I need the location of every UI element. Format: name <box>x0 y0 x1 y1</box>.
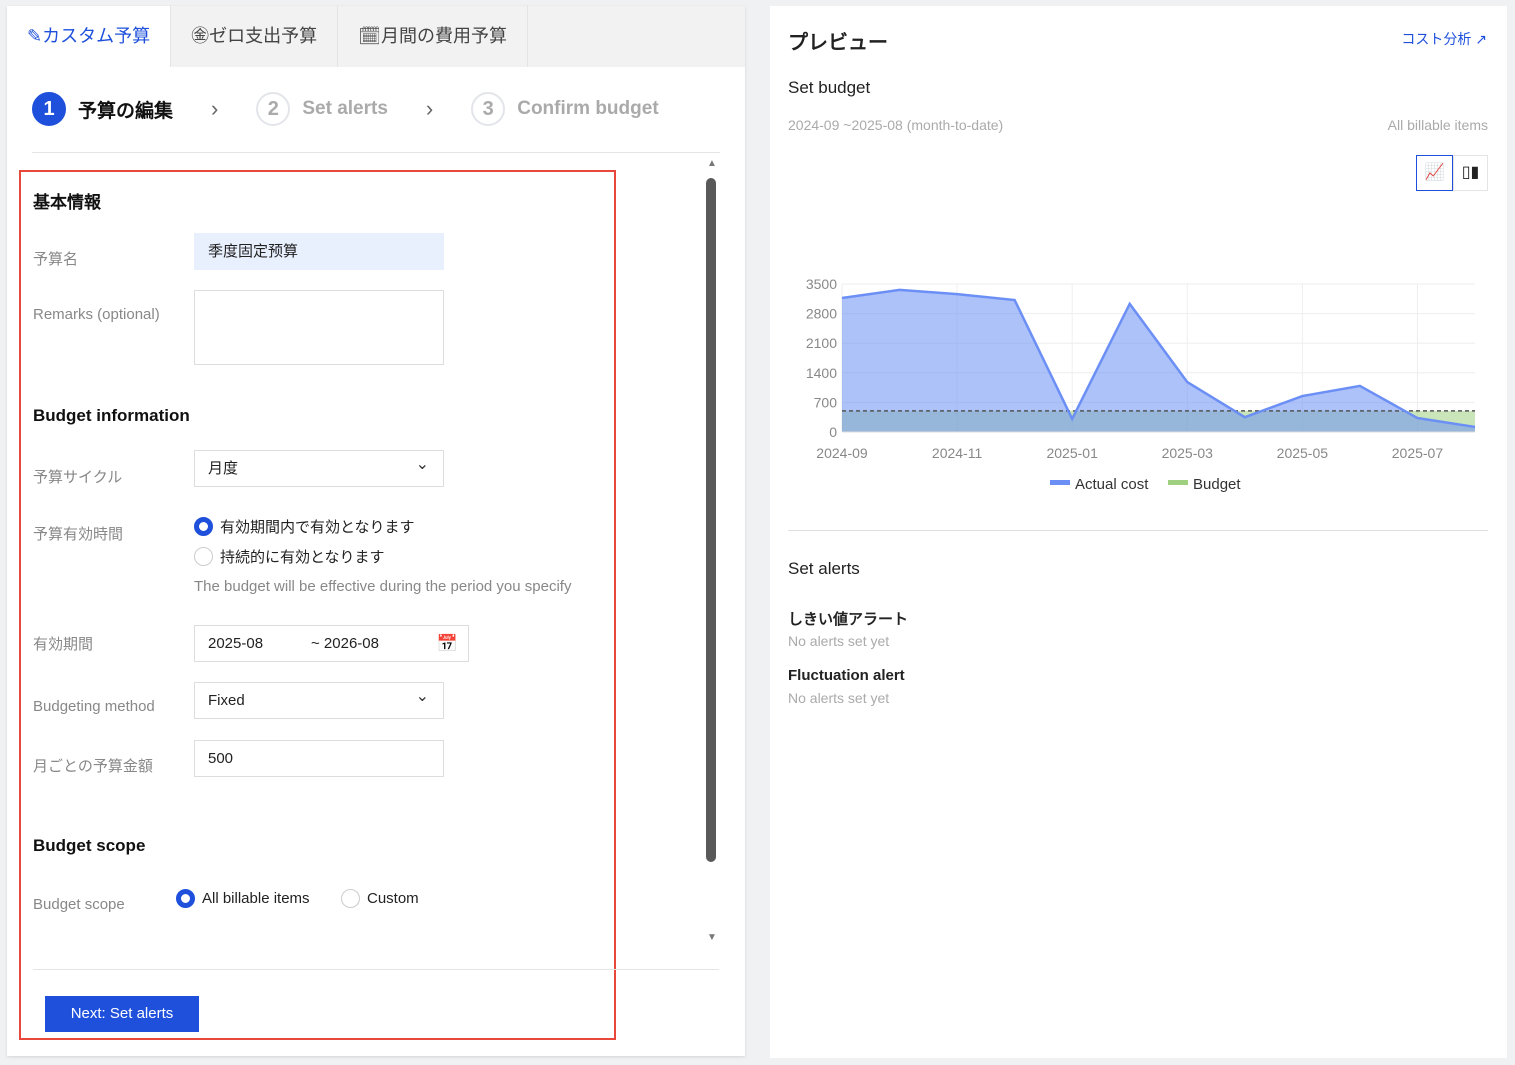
budget-editor-panel: ✎カスタム予算 ㊎ゼロ支出予算 🗓月間の費用予算 1 予算の編集 › 2 Set… <box>7 6 745 1056</box>
remarks-label: Remarks (optional) <box>33 306 160 323</box>
remarks-textarea[interactable] <box>194 290 444 365</box>
scope-text: All billable items <box>1387 117 1488 133</box>
x-tick-label: 2025-01 <box>1046 445 1098 461</box>
y-tick-label: 2100 <box>806 335 837 351</box>
y-tick-label: 1400 <box>806 365 837 381</box>
budget-form: 基本情報 予算名 季度固定预算 Remarks (optional) Budge… <box>19 170 719 1040</box>
section-budget-info: Budget information <box>33 406 190 425</box>
calendar-icon: 🗓 <box>358 26 381 46</box>
validity-radio-continuous[interactable]: 持続的に有効となります <box>194 546 385 567</box>
radio-checked <box>194 517 213 536</box>
fluctuation-alert-title: Fluctuation alert <box>788 667 905 684</box>
tab-custom-budget[interactable]: ✎カスタム予算 <box>7 6 172 67</box>
amount-input[interactable]: 500 <box>194 740 444 777</box>
pencil-icon: ✎ <box>27 26 43 46</box>
validity-radio-period[interactable]: 有効期間内で有効となります <box>194 516 415 537</box>
yen-icon: ㊎ <box>191 26 210 46</box>
step-3-label: Confirm budget <box>517 98 659 119</box>
radio-unchecked <box>341 889 360 908</box>
x-tick-label: 2025-07 <box>1392 445 1444 461</box>
budget-name-label: 予算名 <box>33 251 79 268</box>
radio-unchecked <box>194 547 213 566</box>
y-tick-label: 3500 <box>806 276 837 292</box>
legend-swatch <box>1050 480 1070 485</box>
calendar-icon[interactable]: 📅 <box>437 626 458 661</box>
tab-zero-spend-budget[interactable]: ㊎ゼロ支出予算 <box>171 6 339 67</box>
step-2-label: Set alerts <box>302 98 388 119</box>
x-tick-label: 2025-03 <box>1162 445 1214 461</box>
threshold-alert-title: しきい値アラート <box>788 611 909 628</box>
validity-label: 予算有効時間 <box>33 526 124 543</box>
y-tick-label: 700 <box>814 394 838 410</box>
cost-chart: 0 700 1400 2100 2800 3500 2024-09 2024-11 2025-0… <box>806 276 1476 493</box>
scope-radio-all[interactable]: All billable items <box>176 889 310 908</box>
cost-analysis-link[interactable]: コスト分析 ↗ <box>1401 29 1487 49</box>
step-1-label: 予算の編集 <box>78 100 174 122</box>
scrollbar[interactable]: ▲ ▼ <box>705 158 719 943</box>
chevron-right-icon: › <box>211 96 219 121</box>
scrollbar-thumb[interactable] <box>706 178 716 862</box>
scroll-up-arrow[interactable]: ▲ <box>705 158 719 169</box>
validity-hint: The budget will be effective during the … <box>194 578 572 595</box>
y-tick-label: 2800 <box>806 306 837 322</box>
next-set-alerts-button[interactable]: Next: Set alerts <box>45 996 199 1032</box>
bar-chart-icon: ▯▮ <box>1461 164 1480 181</box>
scroll-down-arrow[interactable]: ▼ <box>705 932 719 943</box>
cycle-label: 予算サイクル <box>33 469 123 486</box>
budget-type-tabs: ✎カスタム予算 ㊎ゼロ支出予算 🗓月間の費用予算 <box>7 6 745 67</box>
section-budget-scope: Budget scope <box>33 836 146 855</box>
stepper: 1 予算の編集 › 2 Set alerts › 3 Confirm budge… <box>32 92 659 126</box>
bar-chart-toggle[interactable]: ▯▮ <box>1453 155 1488 191</box>
threshold-alert-empty: No alerts set yet <box>788 633 890 649</box>
amount-label: 月ごとの予算金額 <box>33 758 153 775</box>
date-range: 2024-09 ~2025-08 (month-to-date) <box>788 117 1004 133</box>
scope-radio-custom[interactable]: Custom <box>341 889 419 908</box>
section-basic-info: 基本情報 <box>33 193 101 212</box>
divider <box>33 969 719 970</box>
method-select[interactable]: Fixed <box>194 679 444 719</box>
budget-name-input[interactable]: 季度固定预算 <box>194 233 444 270</box>
external-link-icon: ↗ <box>1475 31 1487 47</box>
period-range-picker[interactable]: 2025-08 ~ 2026-08 📅 <box>194 625 469 662</box>
step-2-number: 2 <box>256 92 291 126</box>
divider <box>32 152 720 153</box>
x-tick-label: 2025-05 <box>1277 445 1329 461</box>
method-label: Budgeting method <box>33 698 155 715</box>
set-alerts-heading: Set alerts <box>788 559 860 578</box>
y-tick-label: 0 <box>829 424 837 440</box>
preview-title: プレビュー <box>788 32 888 54</box>
radio-checked <box>176 889 195 908</box>
legend-swatch <box>1168 480 1188 485</box>
legend-label: Budget <box>1193 476 1241 493</box>
period-start: 2025-08 <box>208 635 264 652</box>
cycle-select[interactable]: 月度 <box>194 447 444 487</box>
legend-label: Actual cost <box>1075 476 1149 493</box>
step-3-number: 3 <box>471 92 506 126</box>
scope-label: Budget scope <box>33 896 125 913</box>
preview-panel: プレビュー コスト分析 ↗ Set budget 2024-09 ~2025-0… <box>770 6 1507 1058</box>
period-end: ~ 2026-08 <box>311 635 379 652</box>
fluctuation-alert-empty: No alerts set yet <box>788 690 890 706</box>
step-1-number: 1 <box>32 92 66 126</box>
tab-monthly-cost-budget[interactable]: 🗓月間の費用予算 <box>338 6 528 67</box>
chevron-right-icon: › <box>425 96 434 121</box>
line-chart-toggle[interactable]: 📈 <box>1416 155 1453 191</box>
period-label: 有効期間 <box>33 636 94 653</box>
set-budget-heading: Set budget <box>788 78 871 97</box>
x-tick-label: 2024-09 <box>816 445 868 461</box>
x-tick-label: 2024-11 <box>932 445 983 461</box>
line-chart-icon: 📈 <box>1424 164 1445 181</box>
divider <box>788 530 1488 531</box>
